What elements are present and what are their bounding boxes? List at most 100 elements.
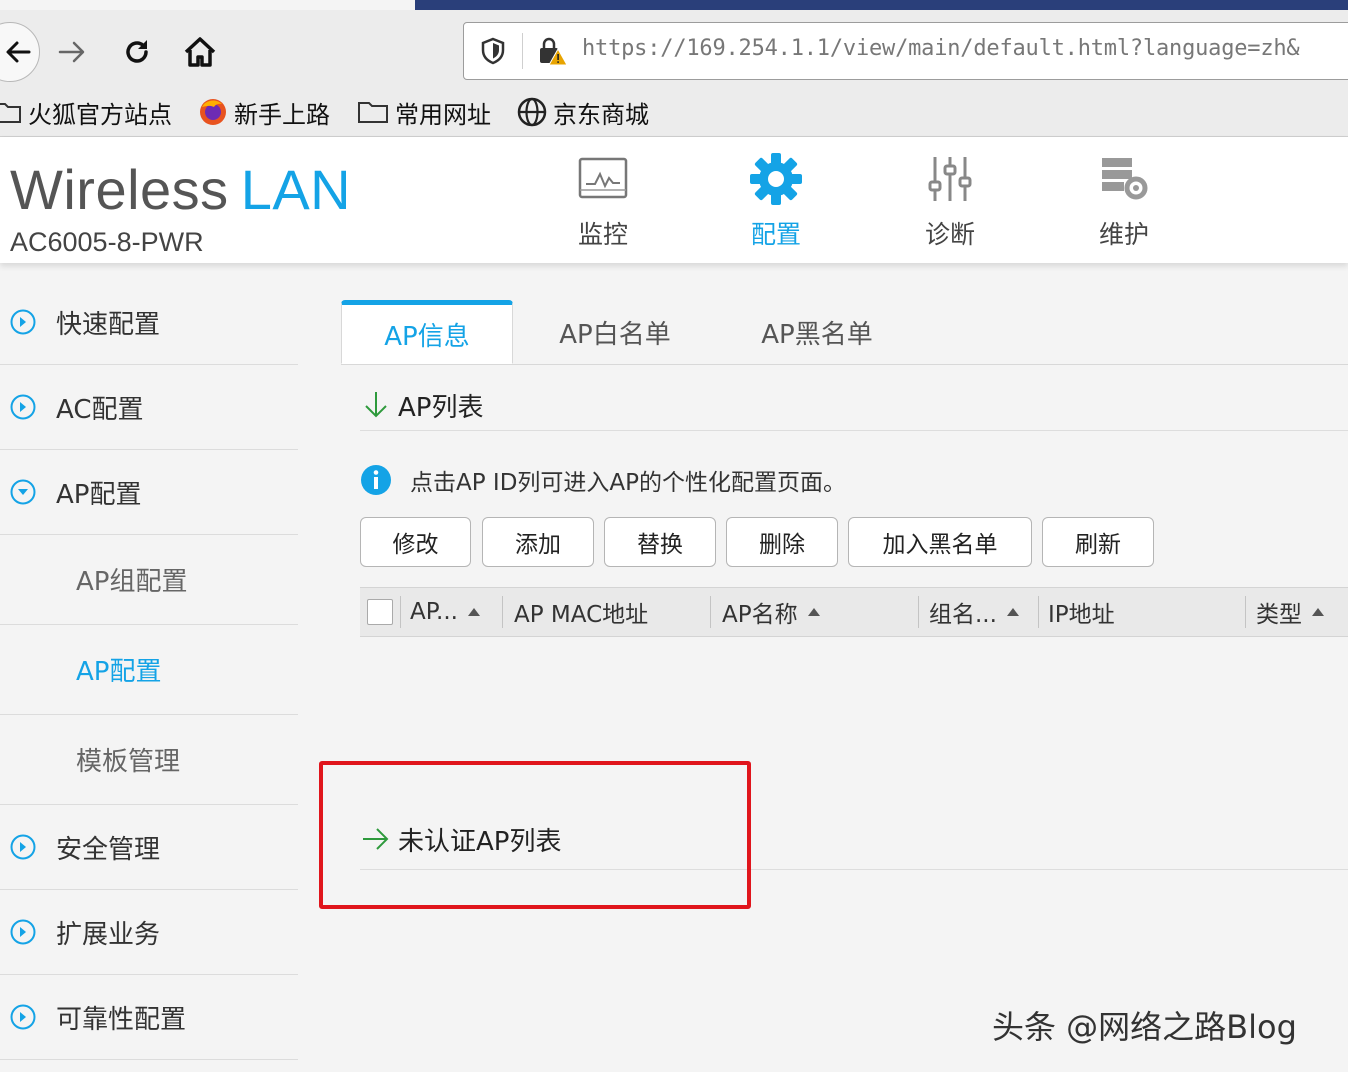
- sidebar-item-label: AP配置: [56, 479, 142, 510]
- tab-ap-blacklist[interactable]: AP黑名单: [733, 300, 901, 364]
- browser-toolbar: https://169.254.1.1/view/main/default.ht…: [0, 10, 1348, 88]
- column-ap-mac[interactable]: AP MAC地址: [514, 588, 648, 636]
- sidebar-subitem-label: AP组配置: [76, 567, 188, 597]
- address-bar[interactable]: https://169.254.1.1/view/main/default.ht…: [463, 22, 1348, 80]
- chevron-down-icon: [360, 389, 392, 421]
- topnav-monitor[interactable]: 监控: [543, 151, 663, 261]
- info-hint: 点击AP ID列可进入AP的个性化配置页面。: [360, 462, 846, 498]
- ap-list-header[interactable]: AP列表: [360, 380, 1348, 431]
- sidebar: 快速配置 AC配置 AP配置 AP组配置 AP配置 模板管理 安全管理 扩展业务…: [0, 280, 298, 1060]
- column-ip-address[interactable]: IP地址: [1048, 588, 1115, 636]
- sidebar-item-label: 快速配置: [56, 309, 161, 340]
- brand-accent: LAN: [240, 158, 352, 221]
- bookmark-jd[interactable]: 京东商城: [517, 94, 649, 130]
- url-text: https://169.254.1.1/view/main/default.ht…: [582, 36, 1300, 61]
- product-logo: Wireless LAN: [10, 157, 351, 222]
- topnav-diagnose[interactable]: 诊断: [890, 151, 1010, 261]
- expand-circle-icon: [10, 309, 36, 335]
- sidebar-subitem-ap-group-config[interactable]: AP组配置: [0, 535, 298, 625]
- sort-asc-icon: [467, 608, 480, 616]
- sidebar-item-label: AC配置: [56, 394, 144, 425]
- sidebar-item-label: 扩展业务: [56, 919, 161, 950]
- sort-asc-icon: [1312, 608, 1324, 616]
- topnav-label: 维护: [1098, 220, 1149, 249]
- bookmark-label: 火狐官方站点: [28, 100, 172, 129]
- sidebar-item-ac-config[interactable]: AC配置: [0, 365, 298, 450]
- shield-icon: [481, 37, 505, 65]
- column-label: AP...: [410, 599, 458, 625]
- folder-icon: [357, 99, 389, 125]
- window-title-strip: [415, 0, 1348, 10]
- folder-icon: [0, 100, 22, 124]
- section-title: AP列表: [398, 392, 484, 423]
- warning-lock-icon: [540, 37, 568, 66]
- info-icon: [361, 465, 391, 495]
- bookmark-common-sites[interactable]: 常用网址: [357, 94, 491, 130]
- column-divider: [400, 596, 401, 628]
- bookmark-getting-started[interactable]: 新手上路: [198, 94, 330, 130]
- brand-main: Wireless: [10, 158, 229, 221]
- replace-button[interactable]: 替换: [604, 517, 716, 567]
- reload-icon: [126, 40, 148, 63]
- topnav-config[interactable]: 配置: [716, 151, 836, 261]
- sidebar-item-security[interactable]: 安全管理: [0, 805, 298, 890]
- back-arrow-icon: [6, 41, 31, 63]
- bookmark-label: 新手上路: [234, 100, 330, 129]
- column-label: 组名...: [929, 602, 997, 628]
- bookmark-label: 常用网址: [395, 100, 491, 129]
- column-label: 类型: [1256, 602, 1302, 628]
- sidebar-item-quick-config[interactable]: 快速配置: [0, 280, 298, 365]
- column-divider: [1245, 596, 1246, 628]
- forward-arrow-icon: [58, 41, 85, 63]
- sidebar-item-reliability[interactable]: 可靠性配置: [0, 975, 298, 1060]
- select-all-checkbox[interactable]: [367, 599, 393, 625]
- column-group-name[interactable]: 组名...: [929, 588, 1019, 636]
- column-ap-name[interactable]: AP名称: [722, 588, 820, 636]
- watermark: 头条 @网络之路Blog: [992, 1008, 1297, 1046]
- add-button[interactable]: 添加: [482, 517, 594, 567]
- ap-table-header: AP... AP MAC地址 AP名称 组名... IP地址 类型: [360, 587, 1348, 637]
- sidebar-subitem-ap-config[interactable]: AP配置: [0, 625, 298, 715]
- column-label: AP MAC地址: [514, 602, 649, 628]
- collapse-circle-icon: [10, 479, 36, 505]
- bookmark-label: 京东商城: [553, 100, 649, 129]
- topnav-maintain[interactable]: 维护: [1064, 151, 1184, 261]
- sidebar-item-extended-services[interactable]: 扩展业务: [0, 890, 298, 975]
- urlbar-divider: [522, 33, 523, 69]
- add-to-blacklist-button[interactable]: 加入黑名单: [848, 517, 1032, 567]
- column-divider: [918, 596, 919, 628]
- home-button[interactable]: [172, 24, 228, 80]
- back-button[interactable]: [0, 22, 40, 82]
- expand-circle-icon: [10, 919, 36, 945]
- expand-circle-icon: [10, 834, 36, 860]
- tab-ap-whitelist[interactable]: AP白名单: [531, 300, 699, 364]
- column-type[interactable]: 类型: [1256, 588, 1324, 636]
- monitor-icon: [578, 157, 628, 199]
- column-divider: [710, 596, 711, 628]
- modify-button[interactable]: 修改: [360, 517, 471, 567]
- sidebar-subitem-template-management[interactable]: 模板管理: [0, 715, 298, 805]
- home-icon: [184, 37, 216, 67]
- column-ap-id[interactable]: AP...: [410, 588, 480, 636]
- delete-button[interactable]: 删除: [726, 517, 838, 567]
- bookmark-firefox-official[interactable]: 火狐官方站点: [0, 94, 172, 130]
- sidebar-item-label: 安全管理: [56, 834, 161, 865]
- expand-circle-icon: [10, 1004, 36, 1030]
- column-label: AP名称: [722, 602, 798, 628]
- forward-button[interactable]: [44, 24, 100, 80]
- sidebar-item-label: 可靠性配置: [56, 1004, 187, 1035]
- sidebar-subitem-label: 模板管理: [76, 747, 181, 777]
- column-divider: [1038, 596, 1039, 628]
- reload-button[interactable]: [109, 24, 165, 80]
- highlight-box: [319, 761, 751, 909]
- column-label: IP地址: [1048, 602, 1115, 628]
- sidebar-item-ap-config[interactable]: AP配置: [0, 450, 298, 535]
- topnav-label: 配置: [750, 220, 801, 249]
- device-model: AC6005-8-PWR: [10, 227, 204, 257]
- sort-asc-icon: [807, 608, 820, 616]
- gear-icon: [750, 153, 802, 205]
- info-text: 点击AP ID列可进入AP的个性化配置页面。: [410, 470, 847, 496]
- topnav-label: 监控: [577, 220, 628, 249]
- tab-ap-info[interactable]: AP信息: [341, 300, 513, 364]
- refresh-button[interactable]: 刷新: [1042, 517, 1154, 567]
